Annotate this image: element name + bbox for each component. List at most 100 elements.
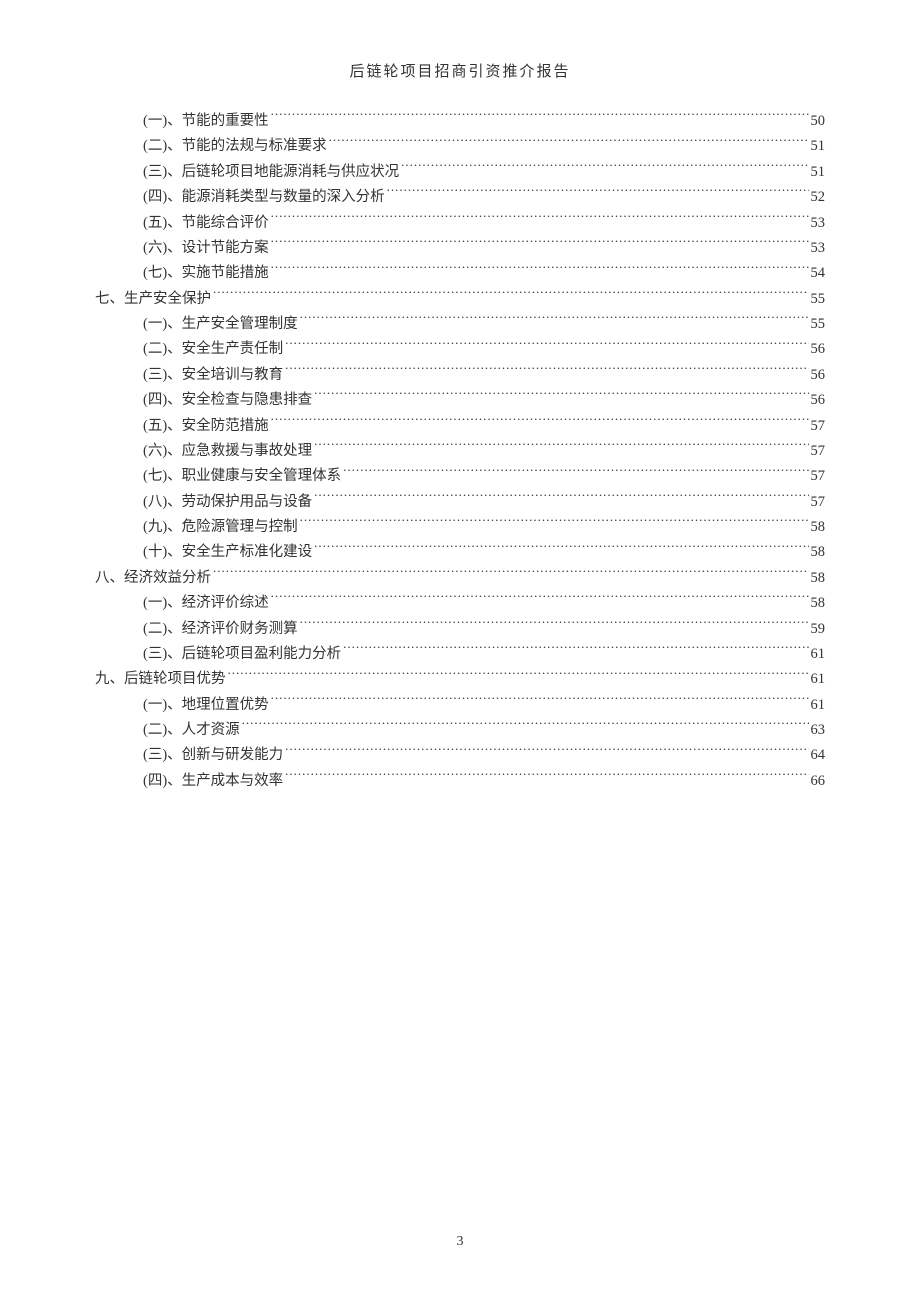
toc-entry: (一)、节能的重要性 50 [95, 109, 825, 134]
toc-entry: (八)、劳动保护用品与设备 57 [95, 490, 825, 515]
toc-entry: (二)、节能的法规与标准要求51 [95, 134, 825, 159]
toc-entry-page: 53 [811, 211, 826, 236]
toc-entry: (十)、安全生产标准化建设 58 [95, 540, 825, 565]
toc-entry-page: 61 [811, 667, 826, 692]
toc-entry-label: (三)、后链轮项目盈利能力分析 [143, 642, 341, 667]
toc-leader-dots [271, 263, 809, 278]
toc-entry: (四)、安全检查与隐患排查56 [95, 388, 825, 413]
toc-entry-page: 57 [811, 414, 826, 439]
toc-entry-page: 58 [811, 591, 826, 616]
toc-entry: (四)、能源消耗类型与数量的深入分析 52 [95, 185, 825, 210]
toc-leader-dots [314, 390, 808, 405]
toc-leader-dots [271, 415, 809, 430]
toc-entry: (七)、职业健康与安全管理体系 57 [95, 464, 825, 489]
toc-entry-page: 56 [811, 363, 826, 388]
toc-entry: (三)、创新与研发能力 64 [95, 743, 825, 768]
toc-leader-dots [343, 643, 808, 658]
toc-entry: (六)、设计节能方案 53 [95, 236, 825, 261]
toc-entry-label: (一)、生产安全管理制度 [143, 312, 298, 337]
toc-leader-dots [213, 567, 809, 582]
toc-leader-dots [300, 314, 809, 329]
toc-entry: (五)、安全防范措施 57 [95, 414, 825, 439]
toc-entry-page: 57 [811, 464, 826, 489]
toc-entry-page: 63 [811, 718, 826, 743]
toc-leader-dots [314, 440, 808, 455]
toc-leader-dots [285, 745, 808, 760]
toc-entry-page: 61 [811, 642, 826, 667]
toc-entry-label: (二)、安全生产责任制 [143, 337, 283, 362]
toc-leader-dots [271, 237, 809, 252]
toc-entry: (四)、生产成本与效率 66 [95, 769, 825, 794]
toc-entry-page: 51 [811, 134, 826, 159]
toc-entry-label: 八、经济效益分析 [95, 566, 211, 591]
toc-entry-label: (八)、劳动保护用品与设备 [143, 490, 312, 515]
toc-leader-dots [271, 111, 809, 126]
toc-entry-label: (五)、安全防范措施 [143, 414, 269, 439]
toc-entry: (一)、地理位置优势 61 [95, 693, 825, 718]
toc-entry-page: 61 [811, 693, 826, 718]
toc-entry-page: 50 [811, 109, 826, 134]
toc-leader-dots [285, 364, 808, 379]
toc-leader-dots [300, 618, 809, 633]
toc-entry-page: 57 [811, 439, 826, 464]
document-header-title: 后链轮项目招商引资推介报告 [95, 60, 825, 81]
page-number: 3 [0, 1234, 920, 1250]
toc-entry-label: 九、后链轮项目优势 [95, 667, 226, 692]
toc-entry-page: 54 [811, 261, 826, 286]
toc-leader-dots [343, 466, 808, 481]
toc-entry: (五)、节能综合评价 53 [95, 211, 825, 236]
toc-entry: (一)、经济评价综述 58 [95, 591, 825, 616]
toc-entry-page: 51 [811, 160, 826, 185]
toc-entry-label: (四)、生产成本与效率 [143, 769, 283, 794]
toc-entry-label: (二)、经济评价财务测算 [143, 617, 298, 642]
toc-entry: (九)、危险源管理与控制 58 [95, 515, 825, 540]
toc-entry: (三)、后链轮项目地能源消耗与供应状况51 [95, 160, 825, 185]
toc-entry-page: 55 [811, 287, 826, 312]
toc-entry-page: 55 [811, 312, 826, 337]
toc-entry: (二)、经济评价财务测算59 [95, 617, 825, 642]
toc-entry-page: 57 [811, 490, 826, 515]
toc-entry-label: (一)、地理位置优势 [143, 693, 269, 718]
toc-leader-dots [314, 542, 808, 557]
toc-entry: (七)、实施节能措施 54 [95, 261, 825, 286]
toc-leader-dots [228, 669, 809, 684]
toc-entry-label: (九)、危险源管理与控制 [143, 515, 298, 540]
toc-entry-label: (三)、安全培训与教育 [143, 363, 283, 388]
toc-leader-dots [329, 136, 809, 151]
toc-entry-label: (五)、节能综合评价 [143, 211, 269, 236]
toc-entry: (三)、后链轮项目盈利能力分析 61 [95, 642, 825, 667]
toc-leader-dots [271, 694, 809, 709]
toc-entry-page: 66 [811, 769, 826, 794]
toc-leader-dots [242, 720, 809, 735]
toc-entry-page: 64 [811, 743, 826, 768]
toc-entry-label: (三)、创新与研发能力 [143, 743, 283, 768]
document-page: 后链轮项目招商引资推介报告 (一)、节能的重要性 50(二)、节能的法规与标准要求… [0, 0, 920, 794]
table-of-contents: (一)、节能的重要性 50(二)、节能的法规与标准要求51(三)、后链轮项目地能源… [95, 109, 825, 794]
toc-entry-page: 58 [811, 566, 826, 591]
toc-entry-label: (一)、节能的重要性 [143, 109, 269, 134]
toc-entry-page: 53 [811, 236, 826, 261]
toc-entry: (二)、安全生产责任制 56 [95, 337, 825, 362]
toc-entry-label: (二)、人才资源 [143, 718, 240, 743]
toc-entry: (六)、应急救援与事故处理57 [95, 439, 825, 464]
toc-entry: 八、经济效益分析 58 [95, 566, 825, 591]
toc-leader-dots [271, 593, 809, 608]
toc-entry-label: (四)、能源消耗类型与数量的深入分析 [143, 185, 385, 210]
toc-leader-dots [314, 491, 808, 506]
toc-leader-dots [285, 770, 808, 785]
toc-leader-dots [271, 212, 809, 227]
toc-entry-label: (一)、经济评价综述 [143, 591, 269, 616]
toc-entry-page: 58 [811, 540, 826, 565]
toc-entry-label: (七)、实施节能措施 [143, 261, 269, 286]
toc-entry-label: (六)、设计节能方案 [143, 236, 269, 261]
toc-entry-page: 56 [811, 337, 826, 362]
toc-entry: 九、后链轮项目优势 61 [95, 667, 825, 692]
toc-leader-dots [401, 161, 808, 176]
toc-leader-dots [387, 187, 809, 202]
toc-entry-label: 七、生产安全保护 [95, 287, 211, 312]
toc-entry-label: (十)、安全生产标准化建设 [143, 540, 312, 565]
toc-entry-page: 58 [811, 515, 826, 540]
toc-entry-page: 56 [811, 388, 826, 413]
toc-entry-page: 52 [811, 185, 826, 210]
toc-entry-label: (七)、职业健康与安全管理体系 [143, 464, 341, 489]
